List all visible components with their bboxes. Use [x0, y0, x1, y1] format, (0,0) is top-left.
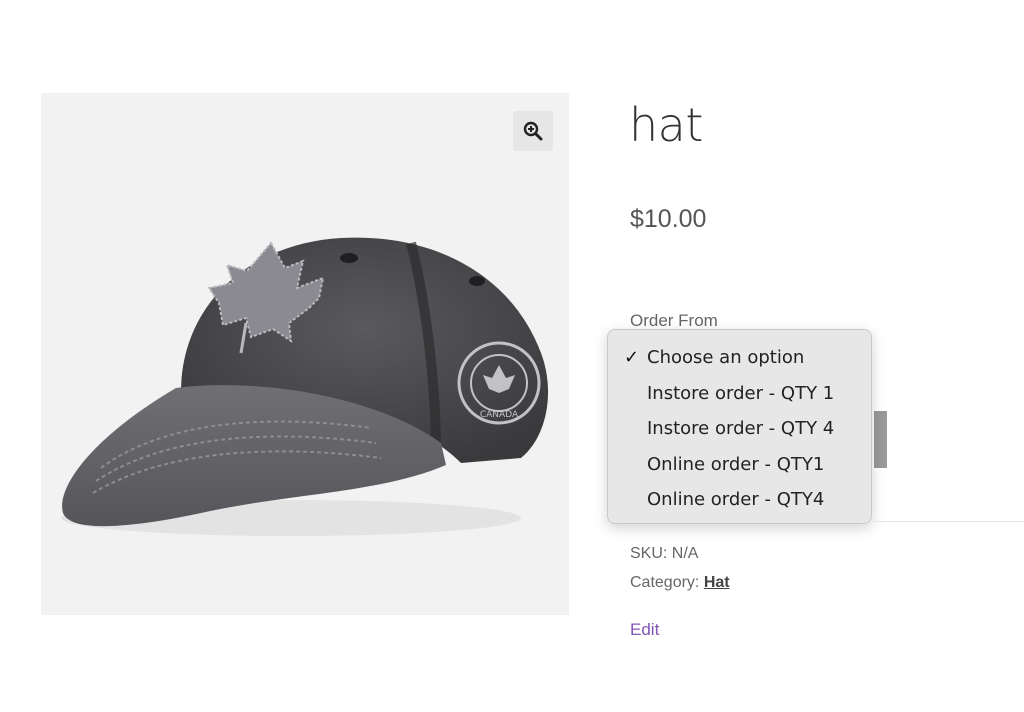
dropdown-option[interactable]: Instore order - QTY 4	[608, 411, 871, 447]
dropdown-option[interactable]: Online order - QTY4	[608, 482, 871, 518]
category-link[interactable]: Hat	[704, 574, 730, 591]
option-label: Choose an option	[647, 347, 805, 368]
product-title: hat	[629, 98, 703, 152]
option-label: Instore order - QTY 1	[647, 382, 835, 404]
variation-label: Order From	[630, 311, 718, 330]
add-to-cart-button[interactable]	[874, 411, 887, 468]
sku-label: SKU:	[630, 545, 668, 562]
dropdown-option[interactable]: Online order - QTY1	[608, 447, 871, 483]
product-gallery[interactable]: CANADA	[41, 93, 569, 615]
option-label: Online order - QTY4	[647, 489, 825, 511]
sku-value: N/A	[671, 545, 699, 562]
product-image[interactable]: CANADA	[41, 93, 569, 615]
edit-link[interactable]: Edit	[630, 620, 659, 640]
zoom-button[interactable]	[513, 111, 553, 151]
option-label: Instore order - QTY 4	[647, 418, 835, 440]
divider	[873, 521, 1024, 522]
dropdown-option[interactable]: ✓ Choose an option	[608, 340, 871, 376]
category-label: Category:	[630, 574, 700, 591]
product-price: $10.00	[630, 205, 707, 233]
checkmark-icon: ✓	[624, 347, 640, 368]
badge-text: CANADA	[480, 410, 519, 420]
dropdown-option[interactable]: Instore order - QTY 1	[608, 376, 871, 412]
category-line: Category: Hat	[630, 574, 730, 592]
order-from-dropdown[interactable]: ✓ Choose an option Instore order - QTY 1…	[607, 329, 872, 524]
option-label: Online order - QTY1	[647, 453, 825, 475]
zoom-in-icon	[523, 121, 543, 141]
sku-line: SKU: N/A	[630, 545, 698, 563]
